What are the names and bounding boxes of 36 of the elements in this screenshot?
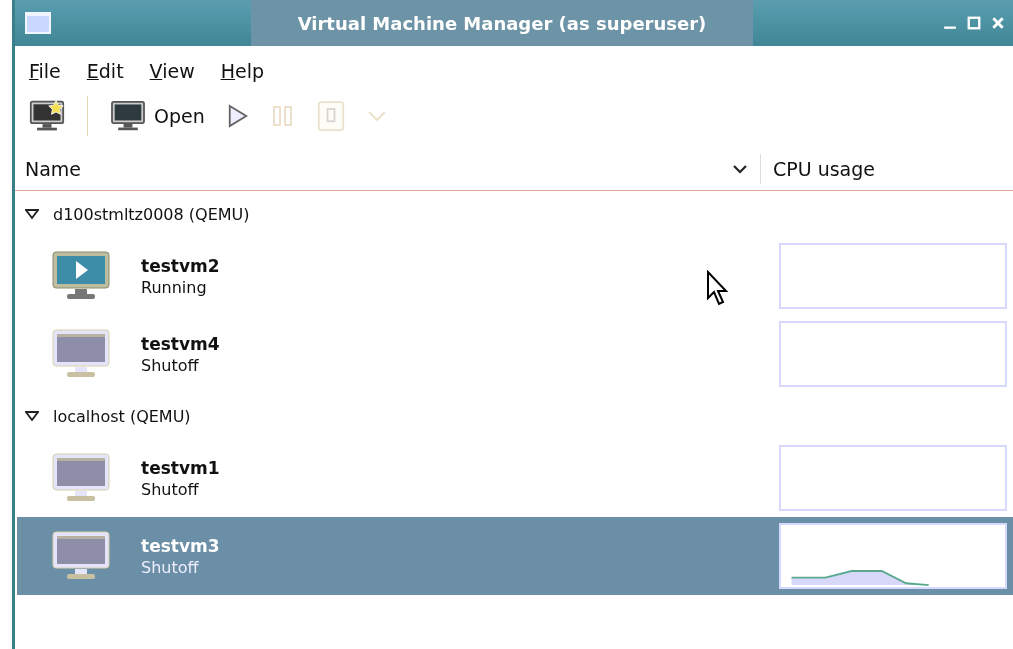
vm-status: Running [141,277,208,297]
play-icon [226,102,249,130]
menu-item[interactable]: Help [220,60,265,82]
window-icon [25,12,51,34]
vm-status: Shutoff [141,479,200,499]
column-header[interactable]: Name [15,158,732,180]
column-header[interactable]: CPU usage [761,158,1013,180]
sort-caret-icon[interactable] [732,164,748,174]
vm-name: testvm2 [141,255,220,276]
pause-icon [270,104,295,128]
power-switch-icon [316,99,345,133]
vm-row[interactable]: testvm4 Shutoff [17,315,1013,393]
expanded-triangle-icon[interactable] [25,209,39,219]
monitor-star-icon [29,99,65,133]
window-title: Virtual Machine Manager (as superuser) [251,0,753,46]
vm-name: testvm1 [141,457,220,478]
monitor-icon [110,100,146,132]
menu-item[interactable]: View [149,60,195,82]
vm-row[interactable]: testvm1 Shutoff [17,439,1013,517]
vm-status: Shutoff [141,355,200,375]
vm-status: Shutoff [141,557,200,577]
host-label: d100stmltz0008 (QEMU) [53,204,250,224]
menu-item[interactable]: Edit [86,60,124,82]
mouse-pointer-icon [706,270,730,308]
expanded-triangle-icon[interactable] [25,411,39,421]
run-button[interactable] [226,102,249,130]
new-vm-button[interactable] [29,99,65,133]
caret-icon [366,110,387,122]
vm-row[interactable]: testvm2 Running [17,237,1013,315]
close-icon[interactable] [991,16,1005,30]
maximize-icon[interactable] [967,16,981,30]
vm-name: testvm3 [141,535,220,556]
vm-name: testvm4 [141,333,220,354]
host-label: localhost (QEMU) [53,406,191,426]
menu-item[interactable]: File [29,60,61,82]
open-button[interactable]: Open [110,100,205,132]
